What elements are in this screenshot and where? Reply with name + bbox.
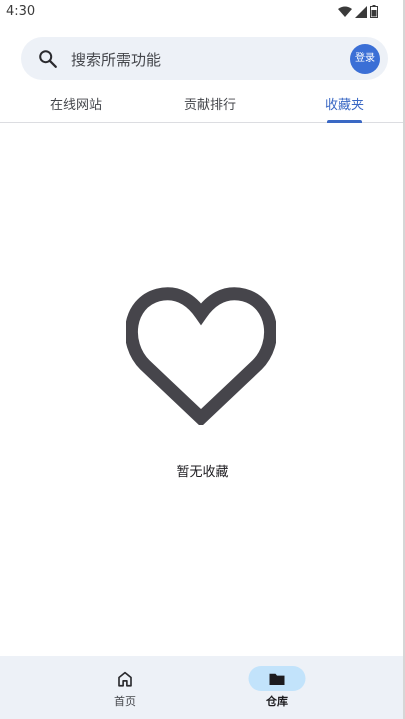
status-bar: 4:30 [0, 0, 405, 24]
status-time: 4:30 [6, 4, 36, 19]
signal-icon [355, 5, 367, 18]
nav-label-home: 首页 [114, 695, 136, 708]
heart-outline-icon [126, 287, 276, 425]
search-icon [39, 50, 57, 68]
tab-favorites[interactable]: 收藏夹 [325, 94, 364, 113]
search-bar[interactable]: 搜索所需功能 登录 [21, 37, 388, 80]
tab-contribution-ranking[interactable]: 贡献排行 [184, 94, 236, 113]
nav-item-home[interactable]: 首页 [85, 664, 165, 714]
login-button[interactable]: 登录 [350, 44, 380, 74]
battery-icon [370, 5, 378, 18]
nav-item-repository[interactable]: 仓库 [237, 664, 317, 714]
tab-online-sites[interactable]: 在线网站 [50, 94, 102, 113]
wifi-icon [338, 6, 352, 17]
search-input[interactable]: 搜索所需功能 [71, 49, 161, 70]
folder-icon [269, 673, 285, 685]
home-icon [118, 671, 132, 687]
empty-state: 暂无收藏 [0, 123, 405, 656]
bottom-navigation: 首页 仓库 [0, 656, 405, 719]
tab-bar: 在线网站 贡献排行 收藏夹 [0, 84, 405, 123]
nav-label-repository: 仓库 [266, 695, 288, 708]
empty-message: 暂无收藏 [176, 465, 229, 480]
status-icons [338, 5, 378, 18]
